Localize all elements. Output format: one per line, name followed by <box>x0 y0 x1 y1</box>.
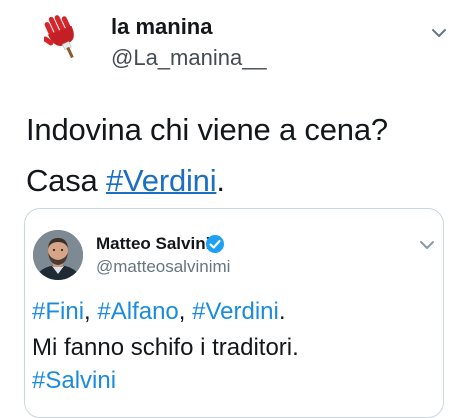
separator-text: , <box>84 298 98 325</box>
tweet-text-line: Casa #Verdini. <box>26 163 225 199</box>
quoted-tweet-text-line: #Salvini <box>32 366 116 396</box>
chevron-down-icon[interactable] <box>430 26 448 38</box>
tweet-text-suffix: . <box>216 163 225 198</box>
quoted-tweet-text-line: Mi fanno schifo i traditori. <box>32 334 299 361</box>
quoted-tweet-text-line: #Fini, #Alfano, #Verdini. <box>32 297 286 327</box>
author-handle[interactable]: @La_manina__ <box>111 45 267 71</box>
hashtag-link[interactable]: #Alfano <box>97 298 178 325</box>
chevron-down-icon[interactable] <box>418 238 436 250</box>
hashtag-link[interactable]: #Verdini <box>192 298 279 325</box>
hashtag-link[interactable]: #Verdini <box>106 163 217 198</box>
avatar[interactable] <box>33 230 83 280</box>
tweet-text-line: Indovina chi viene a cena? <box>26 112 388 147</box>
period-text: . <box>278 298 286 325</box>
quoted-author-display-name[interactable]: Matteo Salvini <box>96 234 210 254</box>
quoted-author-handle[interactable]: @matteosalvinimi <box>96 257 230 277</box>
author-display-name[interactable]: la manina <box>111 14 212 40</box>
separator-text: , <box>178 298 193 325</box>
hashtag-link[interactable]: #Salvini <box>32 367 116 394</box>
red-hand-icon[interactable] <box>42 12 84 60</box>
verified-badge-icon <box>205 234 225 254</box>
hashtag-link[interactable]: #Fini <box>32 298 84 325</box>
tweet-text-prefix: Casa <box>26 163 106 198</box>
